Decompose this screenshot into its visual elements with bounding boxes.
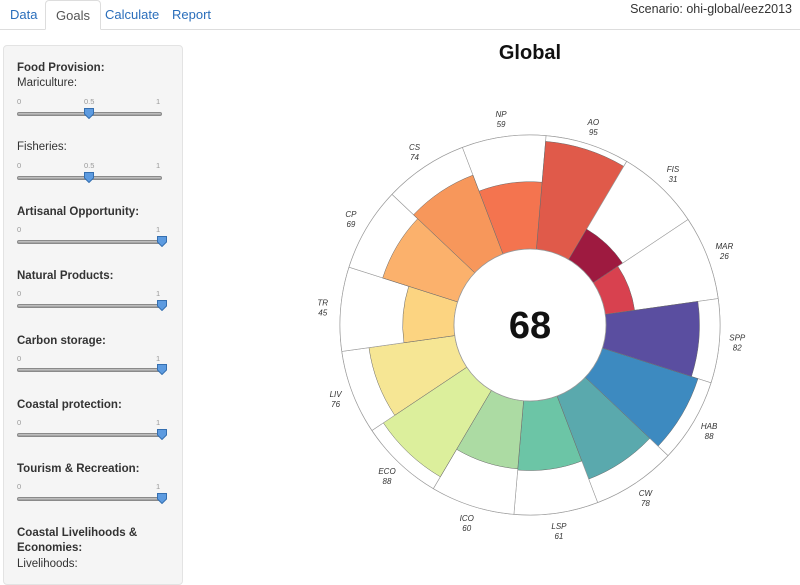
petal-value-eco: 88 [383,477,392,486]
slider-handle[interactable] [84,172,94,183]
petal-label-cp: CP [345,210,357,219]
slider-mid-tick: 0.5 [84,97,95,106]
petal-label-hab: HAB [701,422,718,431]
tab-calculate[interactable]: Calculate [95,0,169,29]
slider-handle[interactable] [84,108,94,119]
petal-label-liv: LIV [330,390,343,399]
slider-max-tick: 1 [156,161,161,170]
petal-value-tr: 45 [318,308,327,317]
group-title-tourism-recreation: Tourism & Recreation: [17,463,140,475]
petal-value-hab: 88 [705,432,714,441]
petal-value-spp: 82 [733,344,742,353]
petal-label-fis: FIS [667,165,680,174]
slider-min-tick: 0 [17,482,22,491]
scenario-label: Scenario: ohi-global/eez2013 [630,2,792,16]
group-title-natural-products: Natural Products: [17,270,114,282]
slider-handle[interactable] [157,493,167,504]
slider-max-tick: 1 [156,289,161,298]
group-title-food-provision: Food Provision: [17,62,105,74]
slider-max-tick: 1 [156,354,161,363]
slider-max-tick: 1 [156,418,161,427]
slider-handle[interactable] [157,300,167,311]
natural-products-slider[interactable] [17,304,162,308]
petal-value-cs: 74 [410,153,419,162]
slider-handle[interactable] [157,364,167,375]
slider-max-tick: 1 [156,482,161,491]
slider-handle[interactable] [157,429,167,440]
chart-title: Global [498,42,562,64]
group-title-carbon-storage: Carbon storage: [17,335,106,347]
petal-value-ico: 60 [462,524,471,533]
slider-max-tick: 1 [156,97,161,106]
goals-sidebar: Food Provision: Mariculture: 0 0.5 1 Fis… [3,45,183,585]
slider-min-tick: 0 [17,225,22,234]
petal-value-cw: 78 [641,499,650,508]
petal-value-cp: 69 [346,220,355,229]
carbon-storage-slider[interactable] [17,368,162,372]
slider-label-livelihoods: Livelihoods: [17,558,78,570]
coastal-protection-slider[interactable] [17,433,162,437]
flower-plot: NP59 AO95FIS31MAR26SPP82HAB88CW78LSP61ICO… [317,110,746,541]
slider-min-tick: 0 [17,161,22,170]
slider-label-fisheries: Fisheries: [17,141,67,153]
slider-handle[interactable] [157,236,167,247]
group-title-coastal-livelihoods-economies: Coastal Livelihoods & Economies: [17,527,138,554]
artisanal-opportunity-slider[interactable] [17,240,162,244]
petal-label-cs: CS [409,143,421,152]
petal-label-lsp: LSP [551,522,567,531]
slider-min-tick: 0 [17,418,22,427]
slider-min-tick: 0 [17,354,22,363]
petal-label-mar: MAR [715,242,733,251]
group-title-artisanal-opportunity: Artisanal Opportunity: [17,206,140,218]
petal-label-ao: AO [587,118,600,127]
petal-label-ico: ICO [460,514,474,523]
navbar: Data Goals Calculate Report Scenario: oh… [0,0,800,30]
petal-value-lsp: 61 [554,532,563,541]
petal-value-fis: 31 [669,175,678,184]
petal-label-tr: TR [317,298,328,307]
tab-data[interactable]: Data [0,0,47,29]
petal-label-cw: CW [639,489,654,498]
slider-mid-tick: 0.5 [84,161,95,170]
slider-min-tick: 0 [17,97,22,106]
petal-value-mar: 26 [719,252,729,261]
petal-value-ao: 95 [589,128,598,137]
petal-value-liv: 76 [331,400,340,409]
slider-min-tick: 0 [17,289,22,298]
petal-label-eco: ECO [378,467,395,476]
group-title-coastal-protection: Coastal protection: [17,399,122,411]
petal-label-np: NP [495,110,507,119]
petal-value-np: 59 [497,120,506,129]
petal-label-spp: SPP [729,334,746,343]
tab-report[interactable]: Report [162,0,221,29]
slider-label-mariculture: Mariculture: [17,77,78,89]
overall-score: 68 [509,305,551,347]
slider-max-tick: 1 [156,225,161,234]
tab-goals[interactable]: Goals [45,0,101,30]
tourism-recreation-slider[interactable] [17,497,162,501]
